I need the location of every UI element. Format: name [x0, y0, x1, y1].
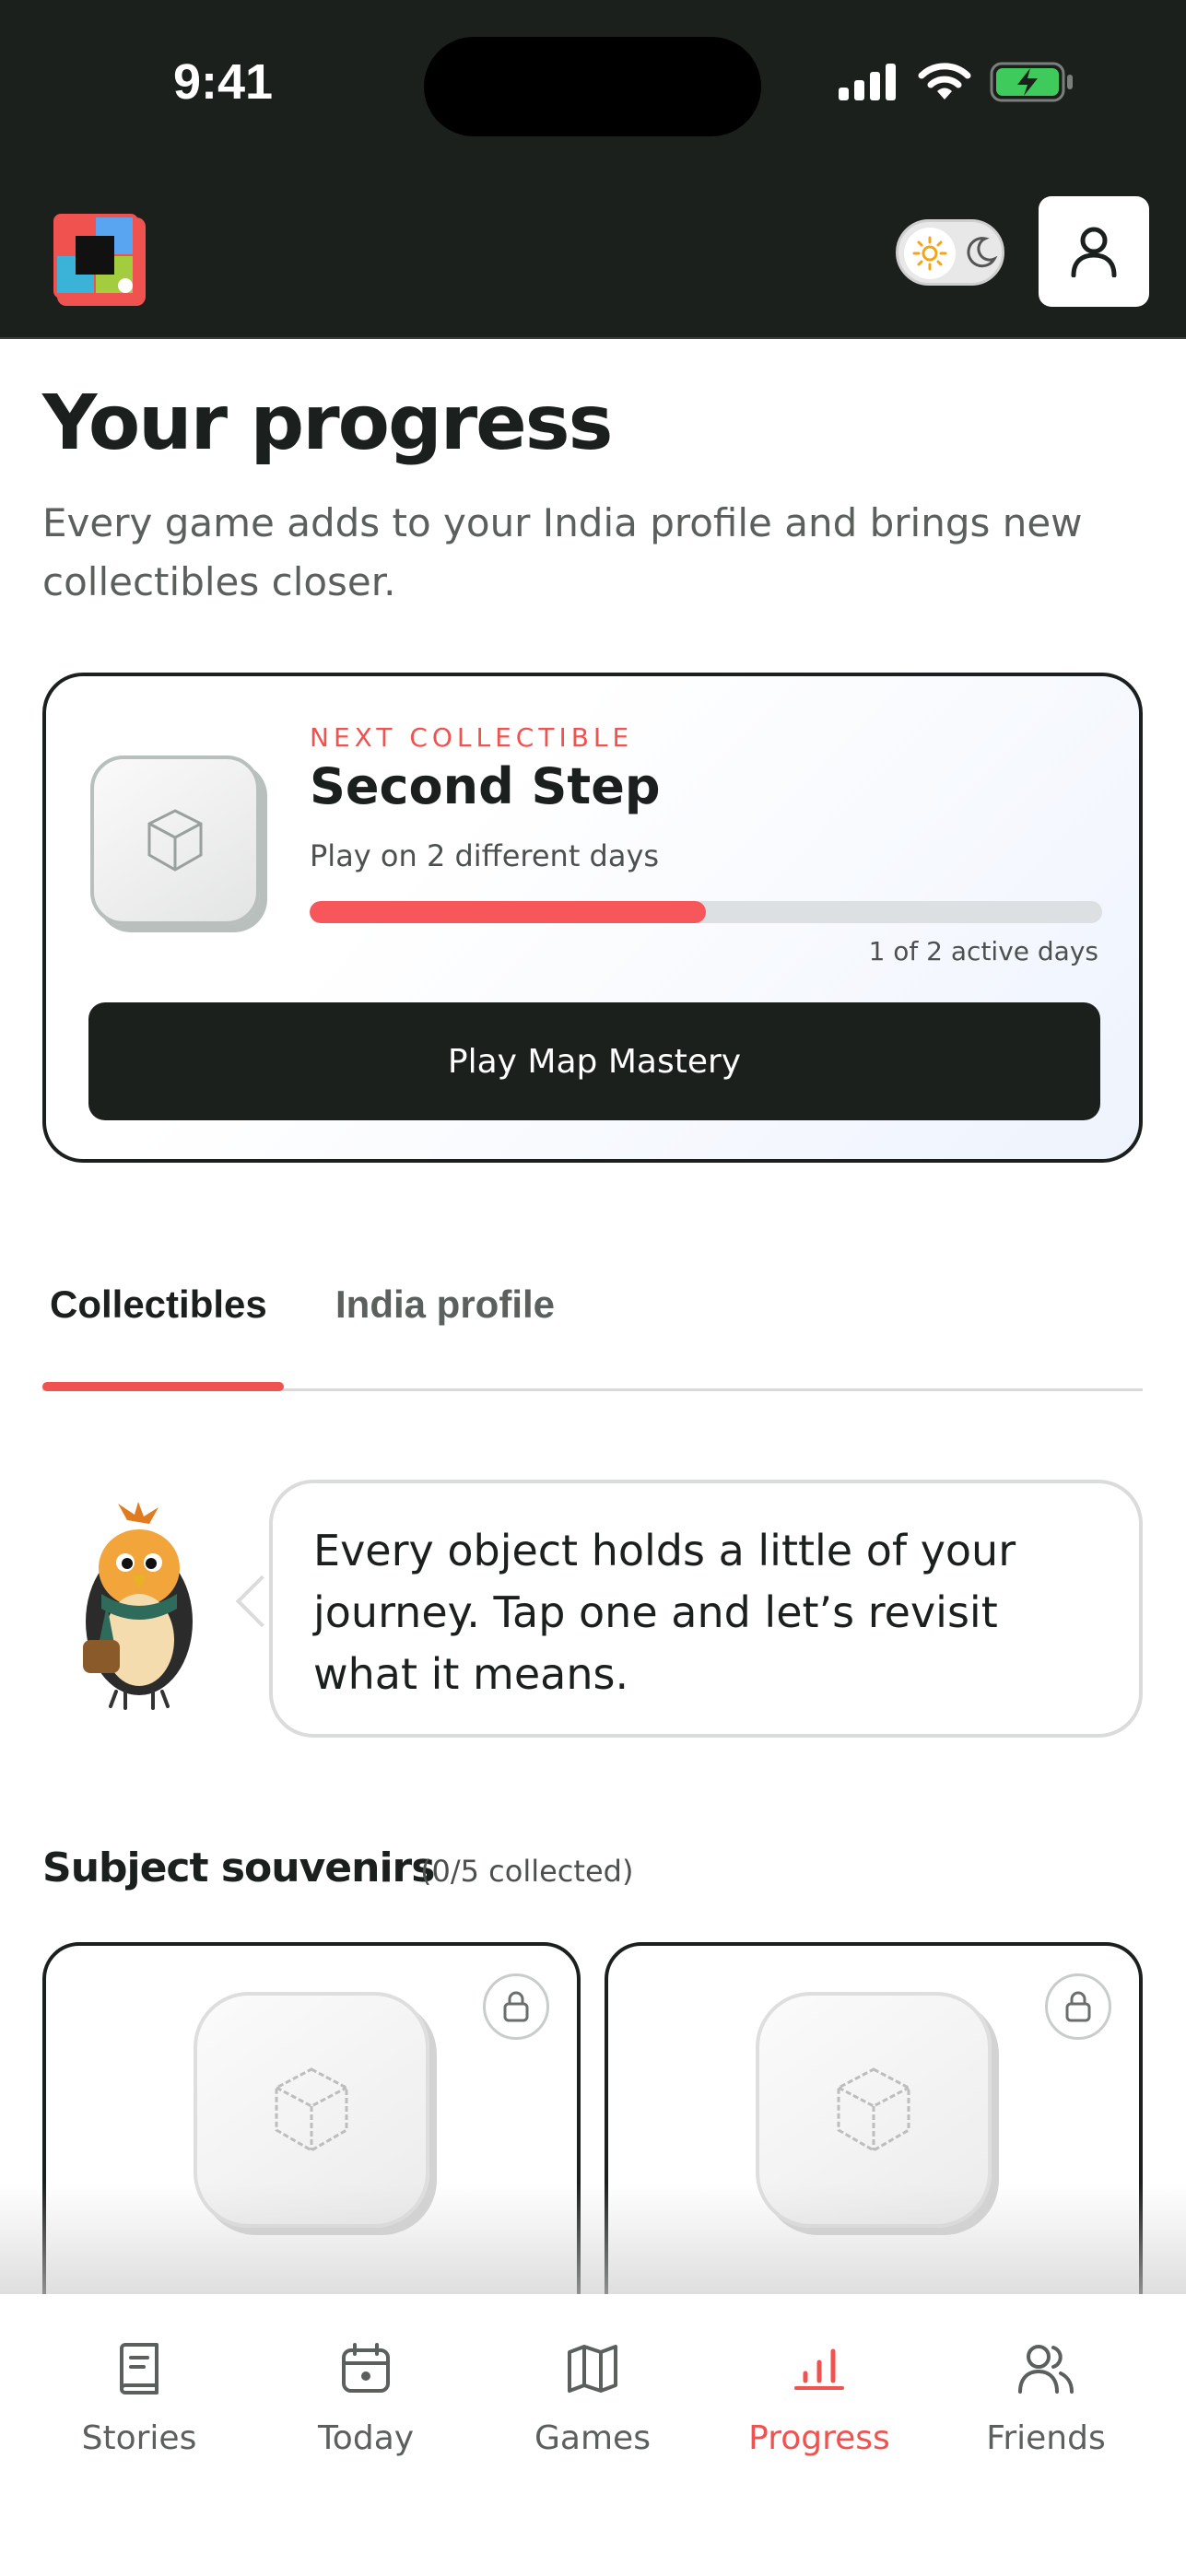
active-tab-indicator [42, 1382, 284, 1391]
next-collectible-description: Play on 2 different days [310, 838, 660, 873]
play-map-mastery-button[interactable]: Play Map Mastery [88, 1002, 1100, 1120]
nav-stories[interactable]: Stories [47, 2336, 231, 2457]
battery-charging-icon [990, 62, 1073, 102]
status-icons [839, 61, 1074, 103]
lock-icon [1045, 1973, 1111, 2040]
signal-icon [839, 64, 896, 100]
moon-icon [967, 237, 998, 268]
wifi-icon [918, 63, 971, 100]
progress-bar [310, 901, 1102, 923]
progress-tabs: Collectibles India profile [42, 1282, 1143, 1391]
nav-progress[interactable]: Progress [727, 2336, 911, 2457]
next-collectible-label: NEXT COLLECTIBLE [310, 722, 634, 753]
scroll-fade [0, 2184, 1186, 2294]
nav-games[interactable]: Games [500, 2336, 685, 2457]
lock-icon [483, 1973, 549, 2040]
page-title: Your progress [42, 380, 613, 467]
nav-today-label: Today [317, 2419, 415, 2457]
cube-icon [90, 755, 260, 925]
profile-button[interactable] [1039, 196, 1149, 307]
bar-chart-icon [727, 2336, 911, 2401]
status-time: 9:41 [173, 54, 274, 110]
calendar-icon [274, 2336, 458, 2401]
tab-collectibles[interactable]: Collectibles [50, 1282, 267, 1327]
nav-games-label: Games [534, 2419, 651, 2457]
theme-toggle[interactable] [896, 219, 1004, 286]
progress-bar-fill [310, 901, 706, 923]
subject-souvenirs-title: Subject souvenirs [42, 1844, 435, 1891]
next-collectible-title: Second Step [310, 757, 661, 815]
nav-today[interactable]: Today [274, 2336, 458, 2457]
mascot-bird-illustration [70, 1502, 208, 1714]
next-collectible-card: NEXT COLLECTIBLE Second Step Play on 2 d… [42, 673, 1143, 1163]
page-subtitle: Every game adds to your India profile an… [42, 500, 1083, 604]
users-icon [954, 2336, 1138, 2401]
souvenirs-count: (0/5 collected) [420, 1854, 634, 1889]
nav-friends[interactable]: Friends [954, 2336, 1138, 2457]
tab-india-profile[interactable]: India profile [335, 1282, 555, 1327]
sun-icon [904, 228, 956, 279]
nav-progress-label: Progress [748, 2419, 890, 2457]
dynamic-island [424, 37, 761, 136]
app-logo-icon[interactable] [52, 212, 147, 308]
app-header: 9:41 [0, 0, 1186, 339]
map-icon [500, 2336, 685, 2401]
bottom-navigation: Stories Today Games Progress Friends [0, 2294, 1186, 2576]
book-icon [47, 2336, 231, 2401]
nav-stories-label: Stories [81, 2419, 197, 2457]
progress-text: 1 of 2 active days [868, 936, 1098, 966]
nav-friends-label: Friends [986, 2419, 1106, 2457]
mascot-speech-bubble: Every object holds a little of your jour… [269, 1480, 1143, 1738]
user-icon [1071, 227, 1117, 277]
